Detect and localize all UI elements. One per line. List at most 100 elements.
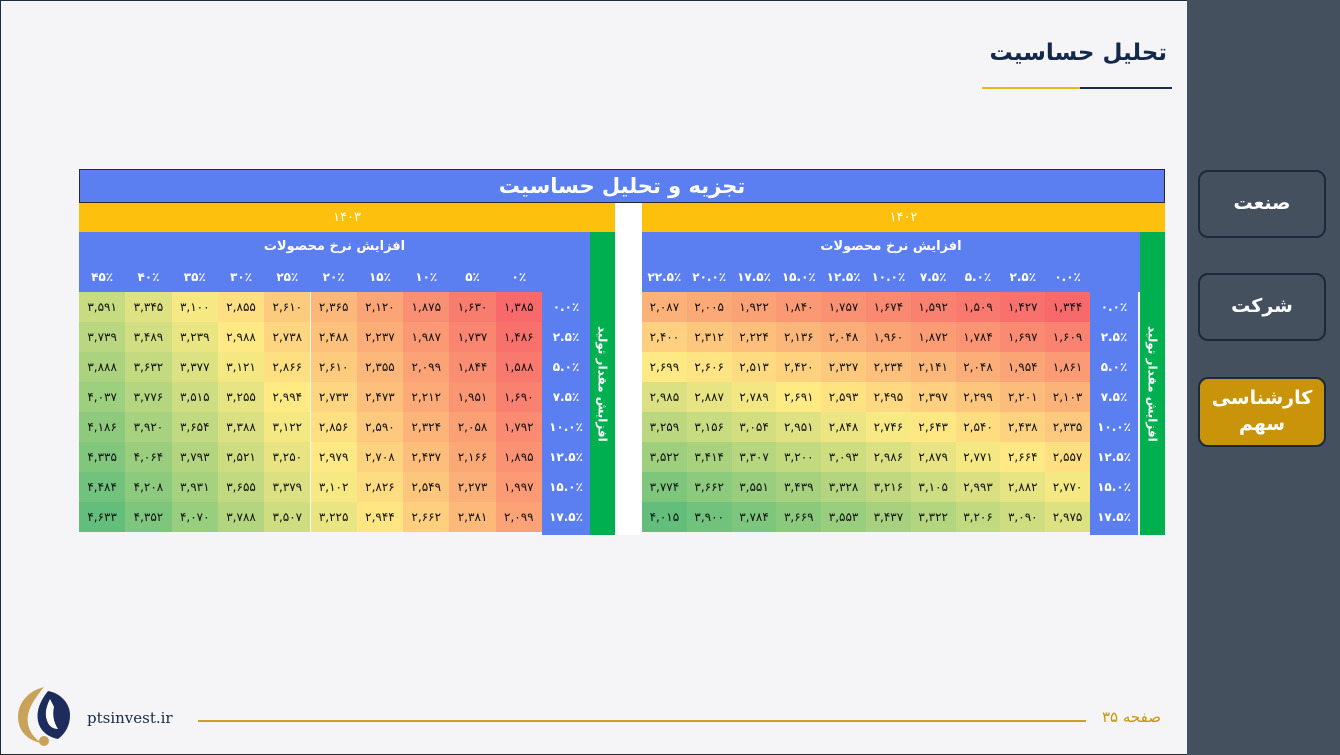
- table-cell: ۲,۸۷۹: [910, 442, 956, 472]
- table-cell: ۳,۱۲۲: [264, 412, 311, 442]
- table-cell: ۴,۴۸۴: [79, 472, 126, 502]
- table-cell: ۳,۴۳۷: [866, 502, 911, 532]
- row-label: ۲.۵٪: [1100, 330, 1128, 344]
- table-cell: ۳,۰۹۰: [1000, 502, 1046, 532]
- table-cell: ۲,۹۸۶: [866, 442, 911, 472]
- table-cell: ۲,۳۲۴: [403, 412, 450, 442]
- table-cell: ۱,۷۹۲: [495, 412, 542, 442]
- table-cell: ۱,۸۶۱: [1045, 352, 1090, 382]
- table-cell: ۳,۳۲۸: [821, 472, 866, 502]
- table-cell: ۳,۵۵۱: [731, 472, 777, 502]
- table-cell: ۳,۳۷۹: [264, 472, 311, 502]
- table-cell: ۱,۴۲۷: [1000, 292, 1046, 322]
- footer-site[interactable]: ptsinvest.ir: [87, 709, 173, 727]
- row-labels-left: ۰.۰٪ ۲.۵٪ ۵.۰٪ ۷.۵٪ ۱۰.۰٪ ۱۲.۵٪ ۱۵.۰٪ ۱۷.۵٪: [542, 292, 590, 535]
- table-cell: ۳,۴۳۹: [776, 472, 822, 502]
- col-label: ۵٪: [465, 270, 480, 284]
- table-cell: ۲,۷۰۸: [356, 442, 404, 472]
- table-cell: ۲,۰۴۸: [821, 322, 866, 352]
- table-cell: ۱,۸۴۰: [776, 292, 822, 322]
- col-label: ۰.۰٪: [1054, 270, 1081, 284]
- table-cell: ۲,۳۲۷: [821, 352, 866, 382]
- nav-industry-button[interactable]: صنعت: [1198, 170, 1326, 238]
- table-cell: ۳,۱۰۵: [910, 472, 956, 502]
- table-cell: ۳,۲۰۶: [955, 502, 1001, 532]
- table-cell: ۳,۴۱۴: [686, 442, 732, 472]
- nav-valuation-button[interactable]: کارشناسی سهم: [1198, 377, 1326, 447]
- year-band-left: ۱۴۰۳: [79, 203, 615, 232]
- table-cell: ۳,۵۱۵: [171, 382, 218, 412]
- table-cell: ۲,۰۵۸: [449, 412, 496, 442]
- table-cell: ۲,۰۹۹: [403, 352, 450, 382]
- table-cell: ۲,۶۱۰: [310, 352, 357, 382]
- row-label: ۱۷.۵٪: [549, 510, 583, 524]
- nav-company-button[interactable]: شرکت: [1198, 273, 1326, 341]
- row-label: ۱۰.۰٪: [1097, 420, 1131, 434]
- table-cell: ۳,۱۰۰: [171, 292, 218, 322]
- table-cell: ۲,۹۸۸: [217, 322, 265, 352]
- table-cell: ۲,۴۰۰: [642, 322, 687, 352]
- col-label: ۲۵٪: [276, 270, 299, 284]
- table-cell: ۲,۲۹۹: [955, 382, 1001, 412]
- table-cell: ۲,۴۳۷: [403, 442, 450, 472]
- table-cell: ۳,۲۱۶: [866, 472, 911, 502]
- row-label: ۱۵.۰٪: [549, 480, 583, 494]
- table-cell: ۳,۱۵۶: [686, 412, 732, 442]
- company-logo-icon: [18, 687, 70, 746]
- table-cell: ۳,۹۳۱: [171, 472, 218, 502]
- table-cell: ۱,۹۲۲: [731, 292, 777, 322]
- table-cell: ۱,۳۸۵: [495, 292, 542, 322]
- table-cell: ۲,۱۲۰: [356, 292, 404, 322]
- row-header-strip-left: افزایش مقدار تولید: [590, 232, 615, 535]
- table-cell: ۳,۷۷۴: [642, 472, 687, 502]
- table-cell: ۳,۶۵۵: [217, 472, 265, 502]
- table-cell: ۲,۴۹۵: [866, 382, 911, 412]
- table-cell: ۳,۶۵۴: [171, 412, 218, 442]
- table-cell: ۲,۲۲۴: [731, 322, 777, 352]
- row-label: ۷.۵٪: [1100, 390, 1128, 404]
- table-cell: ۱,۵۰۹: [955, 292, 1001, 322]
- table-cell: ۲,۲۱۲: [403, 382, 450, 412]
- table-cell: ۳,۲۵۵: [217, 382, 265, 412]
- col-label: ۱۲.۵٪: [826, 270, 861, 284]
- table-cell: ۲,۶۶۴: [1000, 442, 1046, 472]
- footer-line: [198, 720, 1086, 722]
- table-cell: ۳,۲۵۹: [642, 412, 687, 442]
- table-cell: ۳,۵۵۳: [821, 502, 866, 532]
- table-cell: ۲,۳۱۲: [686, 322, 732, 352]
- col-label: ۲۲.۵٪: [647, 270, 682, 284]
- table-cell: ۳,۷۹۳: [171, 442, 218, 472]
- table-cell: ۳,۲۰۰: [776, 442, 822, 472]
- table-cell: ۲,۶۶۲: [403, 502, 450, 532]
- table-cell: ۴,۰۱۵: [642, 502, 687, 532]
- table-cell: ۳,۸۸۸: [79, 352, 126, 382]
- table-cell: ۱,۶۳۰: [449, 292, 496, 322]
- row-label: ۰.۰٪: [1100, 300, 1128, 314]
- table-cell: ۱,۷۵۷: [821, 292, 866, 322]
- table-cell: ۳,۷۳۹: [79, 322, 126, 352]
- col-label: ۱۰٪: [415, 270, 438, 284]
- table-cell: ۴,۰۷۰: [171, 502, 218, 532]
- grid-left: ۱,۳۸۵ ۱,۶۳۰ ۱,۸۷۵ ۲,۱۲۰ ۲,۳۶۵ ۲,۶۱۰ ۲,۸۵۵ ۳,۱۰۰…: [79, 292, 542, 535]
- page-number: صفحه ۳۵: [1102, 708, 1161, 726]
- row-label: ۱۲.۵٪: [549, 450, 583, 464]
- row-labels-right: ۰.۰٪ ۲.۵٪ ۵.۰٪ ۷.۵٪ ۱۰.۰٪ ۱۲.۵٪ ۱۵.۰٪ ۱۷.۵٪: [1090, 292, 1138, 535]
- row-label: ۵.۰٪: [552, 360, 580, 374]
- col-label: ۲۰٪: [322, 270, 345, 284]
- row-label: ۱۵.۰٪: [1097, 480, 1131, 494]
- table-cell: ۲,۶۹۹: [642, 352, 687, 382]
- table-cell: ۴,۰۳۷: [79, 382, 126, 412]
- table-cell: ۲,۲۳۴: [866, 352, 911, 382]
- table-cell: ۱,۹۶۰: [866, 322, 911, 352]
- table-cell: ۳,۵۲۲: [642, 442, 687, 472]
- table-cell: ۲,۸۲۶: [356, 472, 404, 502]
- table-cell: ۳,۳۸۸: [217, 412, 265, 442]
- table-cell: ۲,۹۹۳: [955, 472, 1001, 502]
- sensitivity-panel-left: افزایش نرخ محصولات ۰٪ ۵٪ ۱۰٪ ۱۵٪ ۲۰٪ ۲۵٪ ۳۰٪ ۳۵…: [79, 232, 615, 535]
- col-label: ۱۰.۰٪: [871, 270, 906, 284]
- table-cell: ۳,۷۸۴: [731, 502, 777, 532]
- table-cell: ۲,۹۴۴: [356, 502, 404, 532]
- col-labels-right: ۰.۰٪ ۲.۵٪ ۵.۰٪ ۷.۵٪ ۱۰.۰٪ ۱۲.۵٪ ۱۵.۰٪ ۱۷.۵٪ ۲۰.۰…: [642, 262, 1140, 292]
- table-cell: ۲,۹۵۱: [776, 412, 822, 442]
- row-label: ۵.۰٪: [1100, 360, 1128, 374]
